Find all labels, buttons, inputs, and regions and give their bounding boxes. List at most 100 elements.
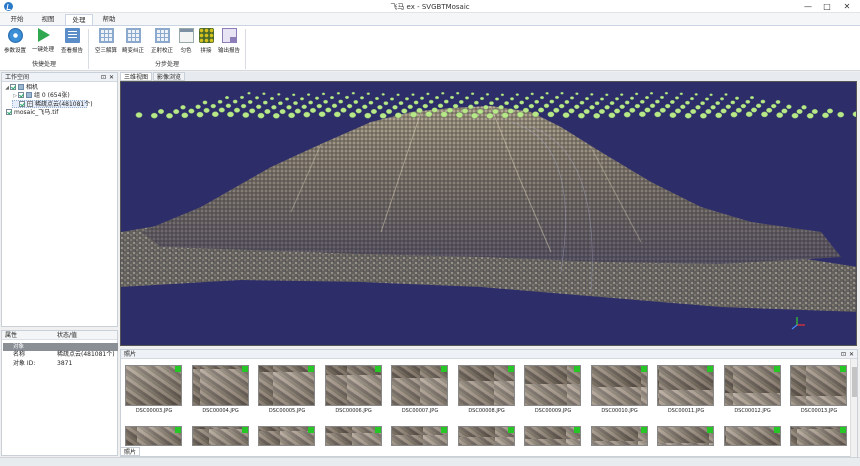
camera-dot[interactable]: [286, 105, 292, 110]
camera-dot[interactable]: [735, 96, 740, 100]
camera-dot[interactable]: [321, 92, 326, 96]
camera-dot[interactable]: [605, 93, 609, 97]
camera-dot[interactable]: [715, 101, 721, 105]
camera-dot[interactable]: [776, 112, 784, 118]
camera-dot[interactable]: [254, 96, 259, 100]
pin-icon[interactable]: ⊡: [101, 73, 106, 82]
camera-dot[interactable]: [560, 91, 564, 95]
camera-dot[interactable]: [407, 104, 413, 109]
camera-dot[interactable]: [705, 97, 710, 101]
tree-checkbox[interactable]: [19, 101, 25, 107]
camera-dot[interactable]: [639, 111, 646, 118]
photo-thumbnail[interactable]: [324, 426, 382, 446]
ortho-correction-button[interactable]: 正射校正: [150, 28, 174, 54]
camera-dot[interactable]: [411, 93, 415, 96]
camera-dot[interactable]: [559, 103, 565, 109]
camera-dot[interactable]: [410, 111, 417, 118]
camera-dot[interactable]: [173, 109, 180, 115]
camera-dot[interactable]: [394, 112, 402, 119]
camera-dot[interactable]: [377, 105, 383, 110]
camera-dot[interactable]: [374, 96, 379, 101]
camera-dot[interactable]: [489, 101, 494, 106]
camera-dot[interactable]: [318, 111, 326, 118]
camera-dot[interactable]: [309, 107, 317, 113]
camera-dot[interactable]: [333, 111, 341, 118]
camera-dot[interactable]: [362, 104, 368, 109]
camera-dot[interactable]: [492, 109, 499, 115]
camera-dot[interactable]: [775, 100, 781, 104]
camera-dot[interactable]: [801, 105, 807, 110]
camera-dot[interactable]: [555, 95, 560, 99]
camera-dot[interactable]: [690, 97, 695, 101]
camera-dot[interactable]: [239, 95, 244, 99]
camera-dot[interactable]: [437, 103, 444, 108]
camera-dot[interactable]: [623, 111, 631, 118]
camera-dot[interactable]: [390, 97, 395, 101]
photo-thumbnail[interactable]: [723, 365, 781, 406]
camera-dot[interactable]: [218, 107, 225, 113]
camera-dot[interactable]: [562, 112, 570, 118]
camera-dot[interactable]: [308, 100, 313, 105]
camera-dot[interactable]: [471, 112, 478, 119]
camera-dot[interactable]: [480, 96, 485, 101]
camera-dot[interactable]: [629, 107, 636, 113]
camera-dot[interactable]: [396, 93, 400, 97]
photo-thumbnail[interactable]: [391, 365, 448, 406]
camera-dot[interactable]: [543, 103, 550, 108]
camera-dot[interactable]: [196, 111, 204, 118]
camera-dot[interactable]: [425, 111, 433, 118]
camera-dot[interactable]: [615, 97, 620, 101]
camera-dot[interactable]: [720, 108, 727, 114]
camera-dot[interactable]: [574, 104, 580, 109]
camera-dot[interactable]: [240, 103, 247, 109]
tab-image-browse[interactable]: 影像浏览: [153, 72, 186, 81]
camera-dot[interactable]: [264, 109, 271, 115]
camera-dot[interactable]: [486, 112, 494, 119]
camera-dot[interactable]: [791, 112, 799, 119]
camera-dot[interactable]: [233, 107, 241, 113]
camera-dot[interactable]: [644, 107, 651, 113]
photos-scrollbar[interactable]: [850, 359, 857, 457]
camera-dot[interactable]: [530, 92, 534, 96]
camera-dot[interactable]: [211, 111, 219, 118]
camera-dot[interactable]: [532, 111, 539, 118]
camera-dot[interactable]: [538, 107, 545, 113]
camera-dot[interactable]: [515, 93, 519, 96]
camera-dot[interactable]: [242, 112, 250, 118]
camera-dot[interactable]: [545, 91, 549, 95]
camera-dot[interactable]: [745, 111, 753, 118]
camera-dot[interactable]: [224, 96, 229, 100]
camera-dot[interactable]: [630, 96, 635, 100]
camera-dot[interactable]: [210, 103, 217, 109]
camera-dot[interactable]: [338, 99, 344, 104]
camera-dot[interactable]: [766, 107, 773, 113]
photo-thumbnail[interactable]: [391, 426, 448, 446]
camera-dot[interactable]: [278, 101, 283, 106]
camera-dot[interactable]: [583, 109, 590, 115]
tab-process[interactable]: 处理: [65, 14, 93, 25]
camera-dot[interactable]: [634, 92, 639, 96]
camera-dot[interactable]: [665, 103, 671, 109]
camera-dot[interactable]: [344, 95, 349, 99]
camera-dot[interactable]: [225, 103, 232, 108]
camera-dot[interactable]: [700, 112, 707, 119]
photo-thumbnail[interactable]: [125, 426, 182, 446]
camera-dot[interactable]: [826, 108, 834, 114]
camera-dot[interactable]: [346, 103, 353, 109]
photo-thumbnail[interactable]: [324, 365, 382, 406]
camera-dot[interactable]: [383, 101, 389, 106]
photo-thumbnail[interactable]: [790, 365, 847, 406]
photo-thumbnail[interactable]: [524, 426, 581, 446]
camera-dot[interactable]: [468, 104, 474, 109]
camera-dot[interactable]: [405, 97, 410, 101]
camera-dot[interactable]: [811, 109, 818, 115]
camera-dot[interactable]: [781, 108, 788, 114]
camera-dot[interactable]: [669, 112, 677, 118]
camera-dot[interactable]: [740, 103, 747, 109]
photo-thumbnail[interactable]: [524, 365, 581, 406]
camera-dot[interactable]: [504, 101, 509, 105]
camera-dot[interactable]: [604, 105, 610, 110]
photo-thumbnail[interactable]: [258, 426, 315, 446]
camera-dot[interactable]: [279, 109, 286, 115]
camera-dot[interactable]: [271, 105, 277, 110]
